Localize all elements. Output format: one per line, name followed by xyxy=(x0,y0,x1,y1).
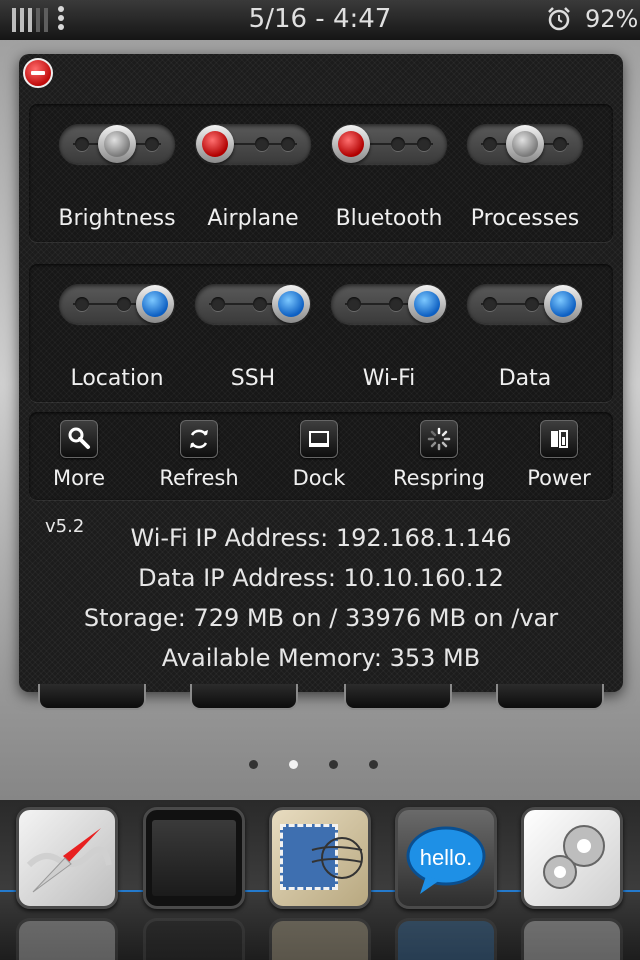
dock-reflection xyxy=(269,918,371,960)
page-dot[interactable] xyxy=(369,760,378,769)
page-dot[interactable] xyxy=(249,760,258,769)
app-icon[interactable] xyxy=(344,684,452,710)
respring-label: Respring xyxy=(393,466,485,490)
status-bar: 5/16 - 4:47 92% xyxy=(0,0,640,40)
app-icon[interactable] xyxy=(38,684,146,710)
toggle-knob[interactable] xyxy=(332,125,370,163)
spinner-icon xyxy=(420,420,458,458)
dock-reflection xyxy=(16,918,118,960)
toggle-bluetooth[interactable] xyxy=(331,124,447,164)
toggle-knob[interactable] xyxy=(272,285,310,323)
toggle-wifi[interactable] xyxy=(331,284,447,324)
page-dot-active[interactable] xyxy=(289,760,298,769)
toggle-label-wifi: Wi-Fi xyxy=(362,366,416,391)
dock-label: Dock xyxy=(292,466,346,490)
wrench-magnifier-icon xyxy=(60,420,98,458)
dock-icon xyxy=(300,420,338,458)
respring-button[interactable]: Respring xyxy=(379,420,499,490)
refresh-button[interactable]: Refresh xyxy=(139,420,259,490)
hello-speech-bubble-icon[interactable]: hello. xyxy=(395,807,497,909)
dock-reflection xyxy=(143,918,245,960)
dock-button[interactable]: Dock xyxy=(259,420,379,490)
toggle-knob[interactable] xyxy=(506,125,544,163)
toggle-knob[interactable] xyxy=(136,285,174,323)
toggle-knob[interactable] xyxy=(98,125,136,163)
more-label: More xyxy=(52,466,106,490)
status-datetime: 5/16 - 4:47 xyxy=(248,4,392,34)
page-dot[interactable] xyxy=(329,760,338,769)
toggle-data[interactable] xyxy=(467,284,583,324)
app-icon[interactable] xyxy=(190,684,298,710)
close-icon[interactable] xyxy=(23,58,53,88)
toggle-label-data: Data xyxy=(498,366,552,391)
dock-reflection xyxy=(395,918,497,960)
toggle-ssh[interactable] xyxy=(195,284,311,324)
data-ip-address: Data IP Address: 10.10.160.12 xyxy=(138,564,504,592)
wifi-ip-address: Wi-Fi IP Address: 192.168.1.146 xyxy=(130,524,512,552)
toggle-knob[interactable] xyxy=(544,285,582,323)
toggle-brightness[interactable] xyxy=(59,124,175,164)
toggle-label-bluetooth: Bluetooth xyxy=(335,206,443,231)
action-bar: More Refresh Dock Respring Power xyxy=(29,412,613,500)
toggle-section-1: Brightness Airplane Bluetooth Processes xyxy=(29,104,613,242)
toggle-knob[interactable] xyxy=(196,125,234,163)
dock: hello. xyxy=(0,800,640,960)
toggle-knob[interactable] xyxy=(408,285,446,323)
dock-reflection xyxy=(521,918,623,960)
phone-screen-icon[interactable] xyxy=(143,807,245,909)
app-icon[interactable] xyxy=(496,684,604,710)
battery-power-icon xyxy=(540,420,578,458)
safari-compass-icon[interactable] xyxy=(16,807,118,909)
toggle-location[interactable] xyxy=(59,284,175,324)
stamp-icon[interactable] xyxy=(269,807,371,909)
available-memory: Available Memory: 353 MB xyxy=(161,644,481,672)
toggle-label-location: Location xyxy=(70,366,164,391)
power-label: Power xyxy=(527,466,591,490)
toggle-airplane[interactable] xyxy=(195,124,311,164)
refresh-label: Refresh xyxy=(159,466,239,490)
page-indicator[interactable] xyxy=(0,760,640,770)
toggle-label-processes: Processes xyxy=(470,206,580,231)
power-button[interactable]: Power xyxy=(499,420,619,490)
sbsettings-panel: Brightness Airplane Bluetooth Processes … xyxy=(19,54,623,692)
toggle-label-ssh: SSH xyxy=(230,366,276,391)
toggle-label-brightness: Brightness xyxy=(58,206,176,231)
hello-text: hello. xyxy=(420,845,473,870)
gears-icon[interactable] xyxy=(521,807,623,909)
refresh-icon xyxy=(180,420,218,458)
toggle-section-2: Location SSH Wi-Fi Data xyxy=(29,264,613,402)
more-button[interactable]: More xyxy=(19,420,139,490)
toggle-label-airplane: Airplane xyxy=(207,206,299,231)
storage-info: Storage: 729 MB on / 33976 MB on /var xyxy=(83,604,559,632)
toggle-processes[interactable] xyxy=(467,124,583,164)
battery-percentage: 92% xyxy=(585,5,639,33)
alarm-clock-icon xyxy=(548,7,570,31)
